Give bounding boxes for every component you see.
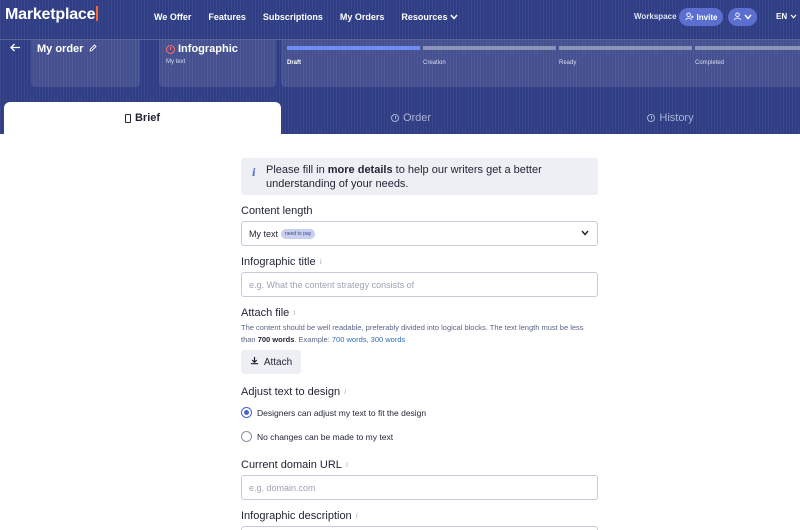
clipboard-icon — [124, 113, 131, 123]
progress-tracker: Draft Creation Ready Completed — [281, 40, 800, 87]
product-title: Infographic — [166, 43, 238, 55]
order-title-text: My order — [37, 43, 84, 55]
chevron-down-icon — [790, 12, 797, 21]
tab-brief[interactable]: Brief — [4, 102, 281, 134]
info-notice: i Please fill in more details to help ou… — [241, 158, 598, 195]
notice-text-pre: Please fill in — [266, 164, 328, 176]
need-to-pay-badge: need to pay — [281, 228, 316, 239]
nav-resources-label: Resources — [401, 12, 448, 22]
nav-my-orders[interactable]: My Orders — [340, 12, 385, 22]
chevron-down-icon — [450, 13, 458, 22]
chevron-down-icon — [581, 228, 589, 238]
description-input[interactable] — [241, 526, 598, 530]
nav-we-offer[interactable]: We Offer — [154, 12, 191, 22]
attach-button-label: Attach — [263, 356, 293, 368]
logo-mark — [96, 6, 99, 21]
top-navbar: Marketplace We Offer Features Subscripti… — [0, 0, 800, 35]
logo-text: Marketplace — [5, 6, 96, 23]
infographic-title-input[interactable]: e.g. What the content strategy consists … — [241, 272, 598, 297]
clock-icon — [166, 44, 175, 54]
adjust-text-label-text: Adjust text to design — [241, 386, 341, 398]
order-title[interactable]: My order — [37, 43, 97, 55]
attach-file-label-text: Attach file — [241, 307, 290, 319]
domain-url-label: Current domain URL i — [241, 459, 348, 471]
language-label: EN — [776, 12, 788, 21]
invite-label: Invite — [696, 12, 718, 22]
progress-step-ready: Ready — [559, 60, 577, 66]
info-icon[interactable]: i — [356, 512, 358, 520]
progress-step-draft: Draft — [287, 60, 302, 66]
description-label: Infographic description i — [241, 510, 358, 522]
product-subtitle: My text — [166, 59, 186, 65]
upload-icon — [250, 356, 259, 368]
nav-resources[interactable]: Resources — [401, 12, 458, 22]
attach-file-label: Attach file i — [241, 307, 296, 319]
progress-step-bar — [559, 46, 692, 50]
product-card: Infographic My text — [159, 40, 276, 87]
content-length-label: Content length — [241, 205, 313, 217]
progress-step-creation: Creation — [423, 60, 446, 66]
description-label-text: Infographic description — [241, 510, 352, 522]
content-length-value: My text need to pay — [249, 228, 316, 239]
radio-label: No changes can be made to my text — [257, 431, 394, 442]
tab-brief-label: Brief — [134, 112, 161, 124]
tab-order-label: Order — [402, 112, 432, 124]
attach-hint: The content should be well readable, pre… — [241, 322, 598, 346]
nav-links: We Offer Features Subscriptions My Order… — [154, 12, 475, 22]
domain-url-label-text: Current domain URL — [241, 459, 342, 471]
chevron-down-icon — [744, 13, 752, 22]
user-icon — [733, 11, 742, 23]
info-icon: i — [252, 168, 256, 179]
notice-text: Please fill in more details to help our … — [266, 163, 586, 191]
user-menu-button[interactable] — [728, 8, 757, 26]
workspace-label[interactable]: Workspace — [634, 12, 677, 21]
invite-button[interactable]: Invite — [679, 8, 723, 26]
info-icon[interactable]: i — [344, 388, 346, 396]
progress-step-completed: Completed — [695, 60, 725, 66]
domain-url-input[interactable]: e.g. domain.com — [241, 475, 598, 500]
nav-features[interactable]: Features — [208, 12, 246, 22]
tab-order[interactable]: Order — [281, 102, 541, 134]
nav-subscriptions[interactable]: Subscriptions — [263, 12, 323, 22]
info-icon[interactable]: i — [293, 309, 295, 317]
example-300-link[interactable]: 300 words — [371, 335, 406, 344]
radio-button[interactable] — [241, 431, 252, 442]
order-card: My order — [31, 40, 140, 87]
radio-button[interactable] — [241, 407, 252, 418]
radio-label: Designers can adjust my text to fit the … — [257, 407, 427, 418]
pencil-icon[interactable] — [86, 44, 97, 54]
infographic-title-label-text: Infographic title — [241, 256, 316, 268]
product-title-text: Infographic — [178, 43, 238, 55]
radio-no-changes[interactable]: No changes can be made to my text — [241, 431, 393, 442]
infographic-title-label: Infographic title i — [241, 256, 322, 268]
progress-step-bar — [423, 46, 556, 50]
logo[interactable]: Marketplace — [5, 6, 99, 24]
radio-adjust-allowed[interactable]: Designers can adjust my text to fit the … — [241, 407, 426, 418]
info-icon[interactable]: i — [346, 461, 348, 469]
back-arrow-icon[interactable] — [10, 41, 21, 55]
progress-step-bar — [695, 46, 800, 50]
attach-hint-mid: . Example: — [294, 335, 332, 344]
clock-icon — [390, 114, 399, 122]
progress-step-bar — [287, 46, 420, 50]
content-length-value-text: My text — [249, 228, 279, 239]
language-selector[interactable]: EN — [776, 12, 797, 21]
attach-hint-bold: 700 words — [257, 335, 295, 344]
user-plus-icon — [684, 11, 694, 23]
content-length-label-text: Content length — [241, 205, 313, 217]
attach-button[interactable]: Attach — [241, 350, 301, 374]
clock-icon — [647, 114, 656, 122]
notice-text-bold: more details — [327, 164, 393, 176]
content-length-select[interactable]: My text need to pay — [241, 221, 598, 246]
info-icon[interactable]: i — [320, 258, 322, 266]
tab-history-label: History — [659, 112, 694, 124]
adjust-text-label: Adjust text to design i — [241, 386, 346, 398]
example-700-link[interactable]: 700 words — [332, 335, 367, 344]
brief-form: i Please fill in more details to help ou… — [241, 158, 598, 530]
tab-history[interactable]: History — [541, 102, 800, 134]
